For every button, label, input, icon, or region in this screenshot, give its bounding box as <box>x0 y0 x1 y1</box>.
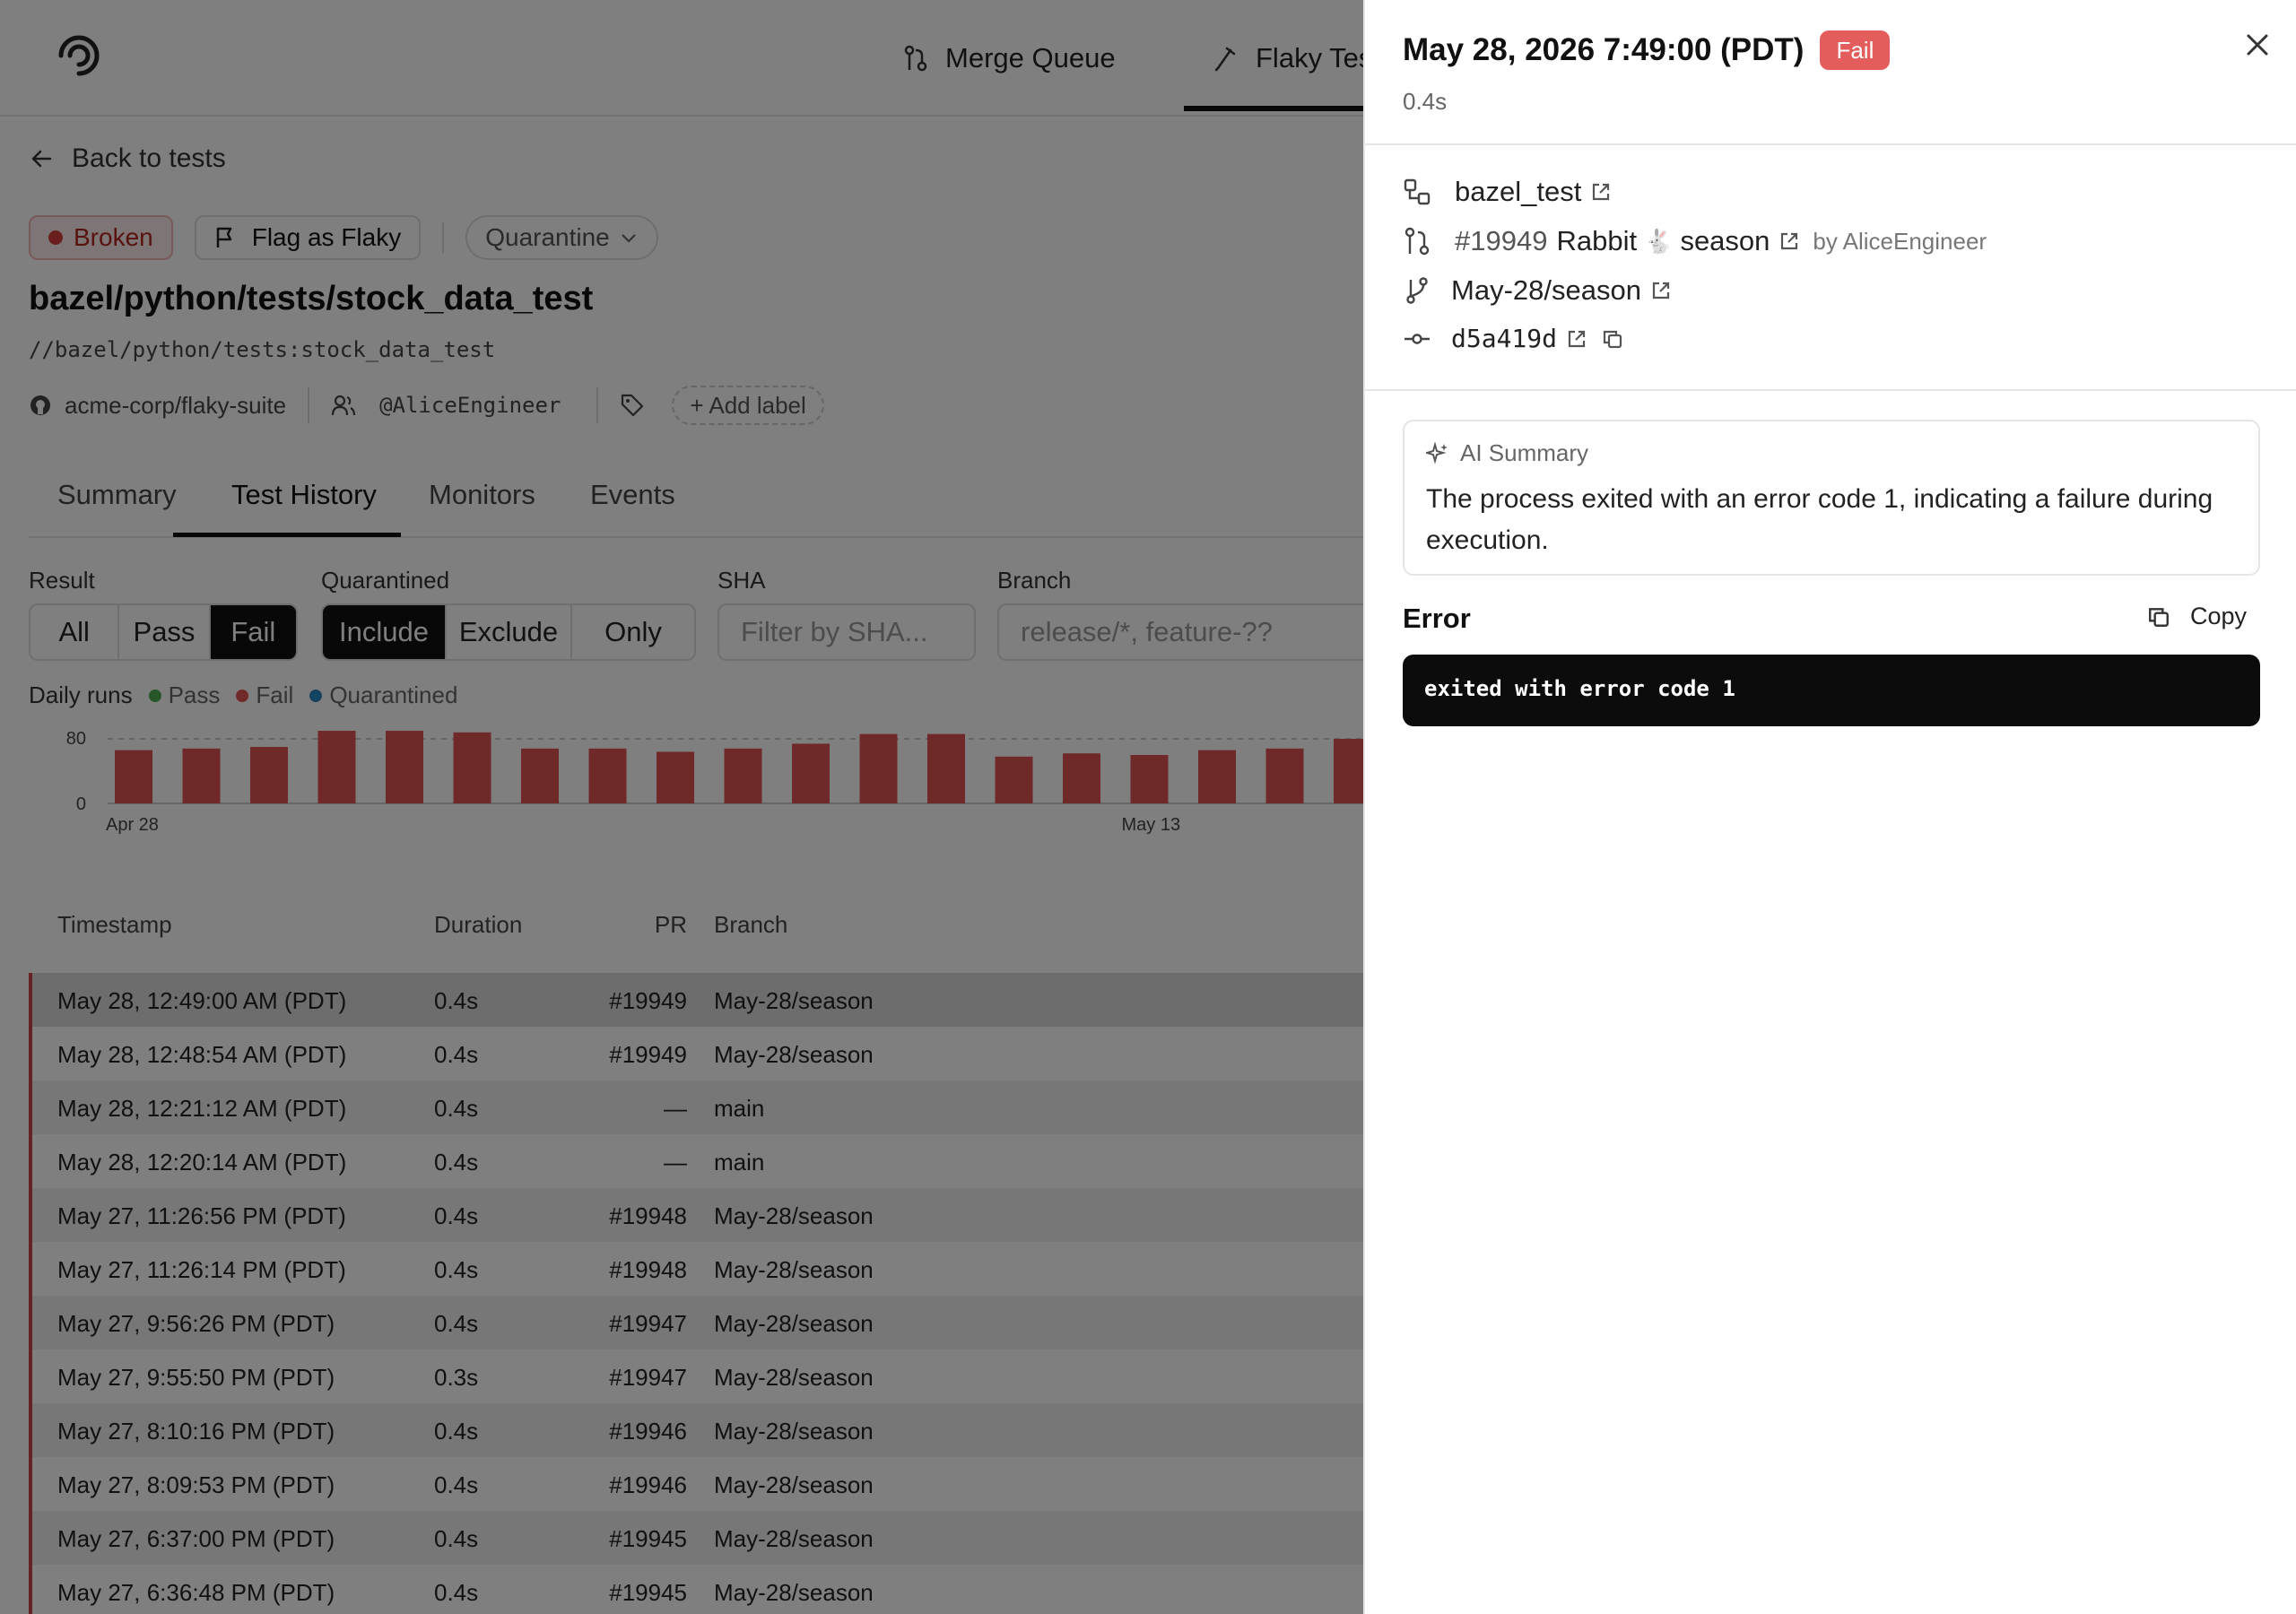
ai-summary-header: AI Summary <box>1426 439 1588 467</box>
copy-error-button[interactable]: Copy <box>2147 603 2247 630</box>
error-output: exited with error code 1 <box>1403 655 2260 726</box>
run-status-badge: Fail <box>1820 30 1891 70</box>
branch-link[interactable]: May-28/season <box>1451 274 1641 307</box>
close-icon[interactable] <box>2239 27 2275 63</box>
pr-row: #19949 Rabbit 🐇 season by AliceEngineer <box>1403 225 1987 257</box>
external-link-icon[interactable] <box>1779 230 1800 252</box>
commit-row: d5a419d <box>1403 324 1623 353</box>
copy-label: Copy <box>2190 603 2248 629</box>
job-row: bazel_test <box>1403 176 1612 208</box>
external-link-icon[interactable] <box>1650 280 1672 301</box>
pr-number[interactable]: #19949 <box>1455 225 1547 257</box>
divider <box>1365 389 2296 391</box>
commit-sha[interactable]: d5a419d <box>1451 324 1557 353</box>
branch-row: May-28/season <box>1403 274 1672 307</box>
copy-icon[interactable] <box>1602 328 1623 350</box>
drawer-title: May 28, 2026 7:49:00 (PDT) Fail <box>1403 30 1891 70</box>
rabbit-emoji-icon: 🐇 <box>1644 227 1674 255</box>
workflow-icon <box>1404 178 1431 205</box>
run-duration: 0.4s <box>1403 88 1448 115</box>
ai-summary-card: AI Summary The process exited with an er… <box>1403 420 2260 576</box>
error-heading: Error <box>1403 603 1471 634</box>
run-timestamp: May 28, 2026 7:49:00 (PDT) <box>1403 32 1805 67</box>
job-link[interactable]: bazel_test <box>1455 176 1581 208</box>
divider <box>1365 143 2296 145</box>
branch-icon <box>1406 277 1428 304</box>
ai-summary-label: AI Summary <box>1460 439 1589 466</box>
sparkles-icon <box>1426 441 1448 464</box>
pull-request-icon <box>1405 227 1430 256</box>
pr-title-start[interactable]: Rabbit <box>1556 225 1637 257</box>
ai-summary-text: The process exited with an error code 1,… <box>1426 484 2213 555</box>
run-detail-drawer: May 28, 2026 7:49:00 (PDT) Fail 0.4s baz… <box>1363 0 2296 1614</box>
copy-icon <box>2149 607 2169 627</box>
external-link-icon[interactable] <box>1590 181 1612 203</box>
modal-backdrop[interactable] <box>0 0 1363 1614</box>
pr-title-end[interactable]: season <box>1680 225 1770 257</box>
commit-icon <box>1405 333 1430 344</box>
external-link-icon[interactable] <box>1566 328 1587 350</box>
pr-author: by AliceEngineer <box>1813 227 1987 255</box>
